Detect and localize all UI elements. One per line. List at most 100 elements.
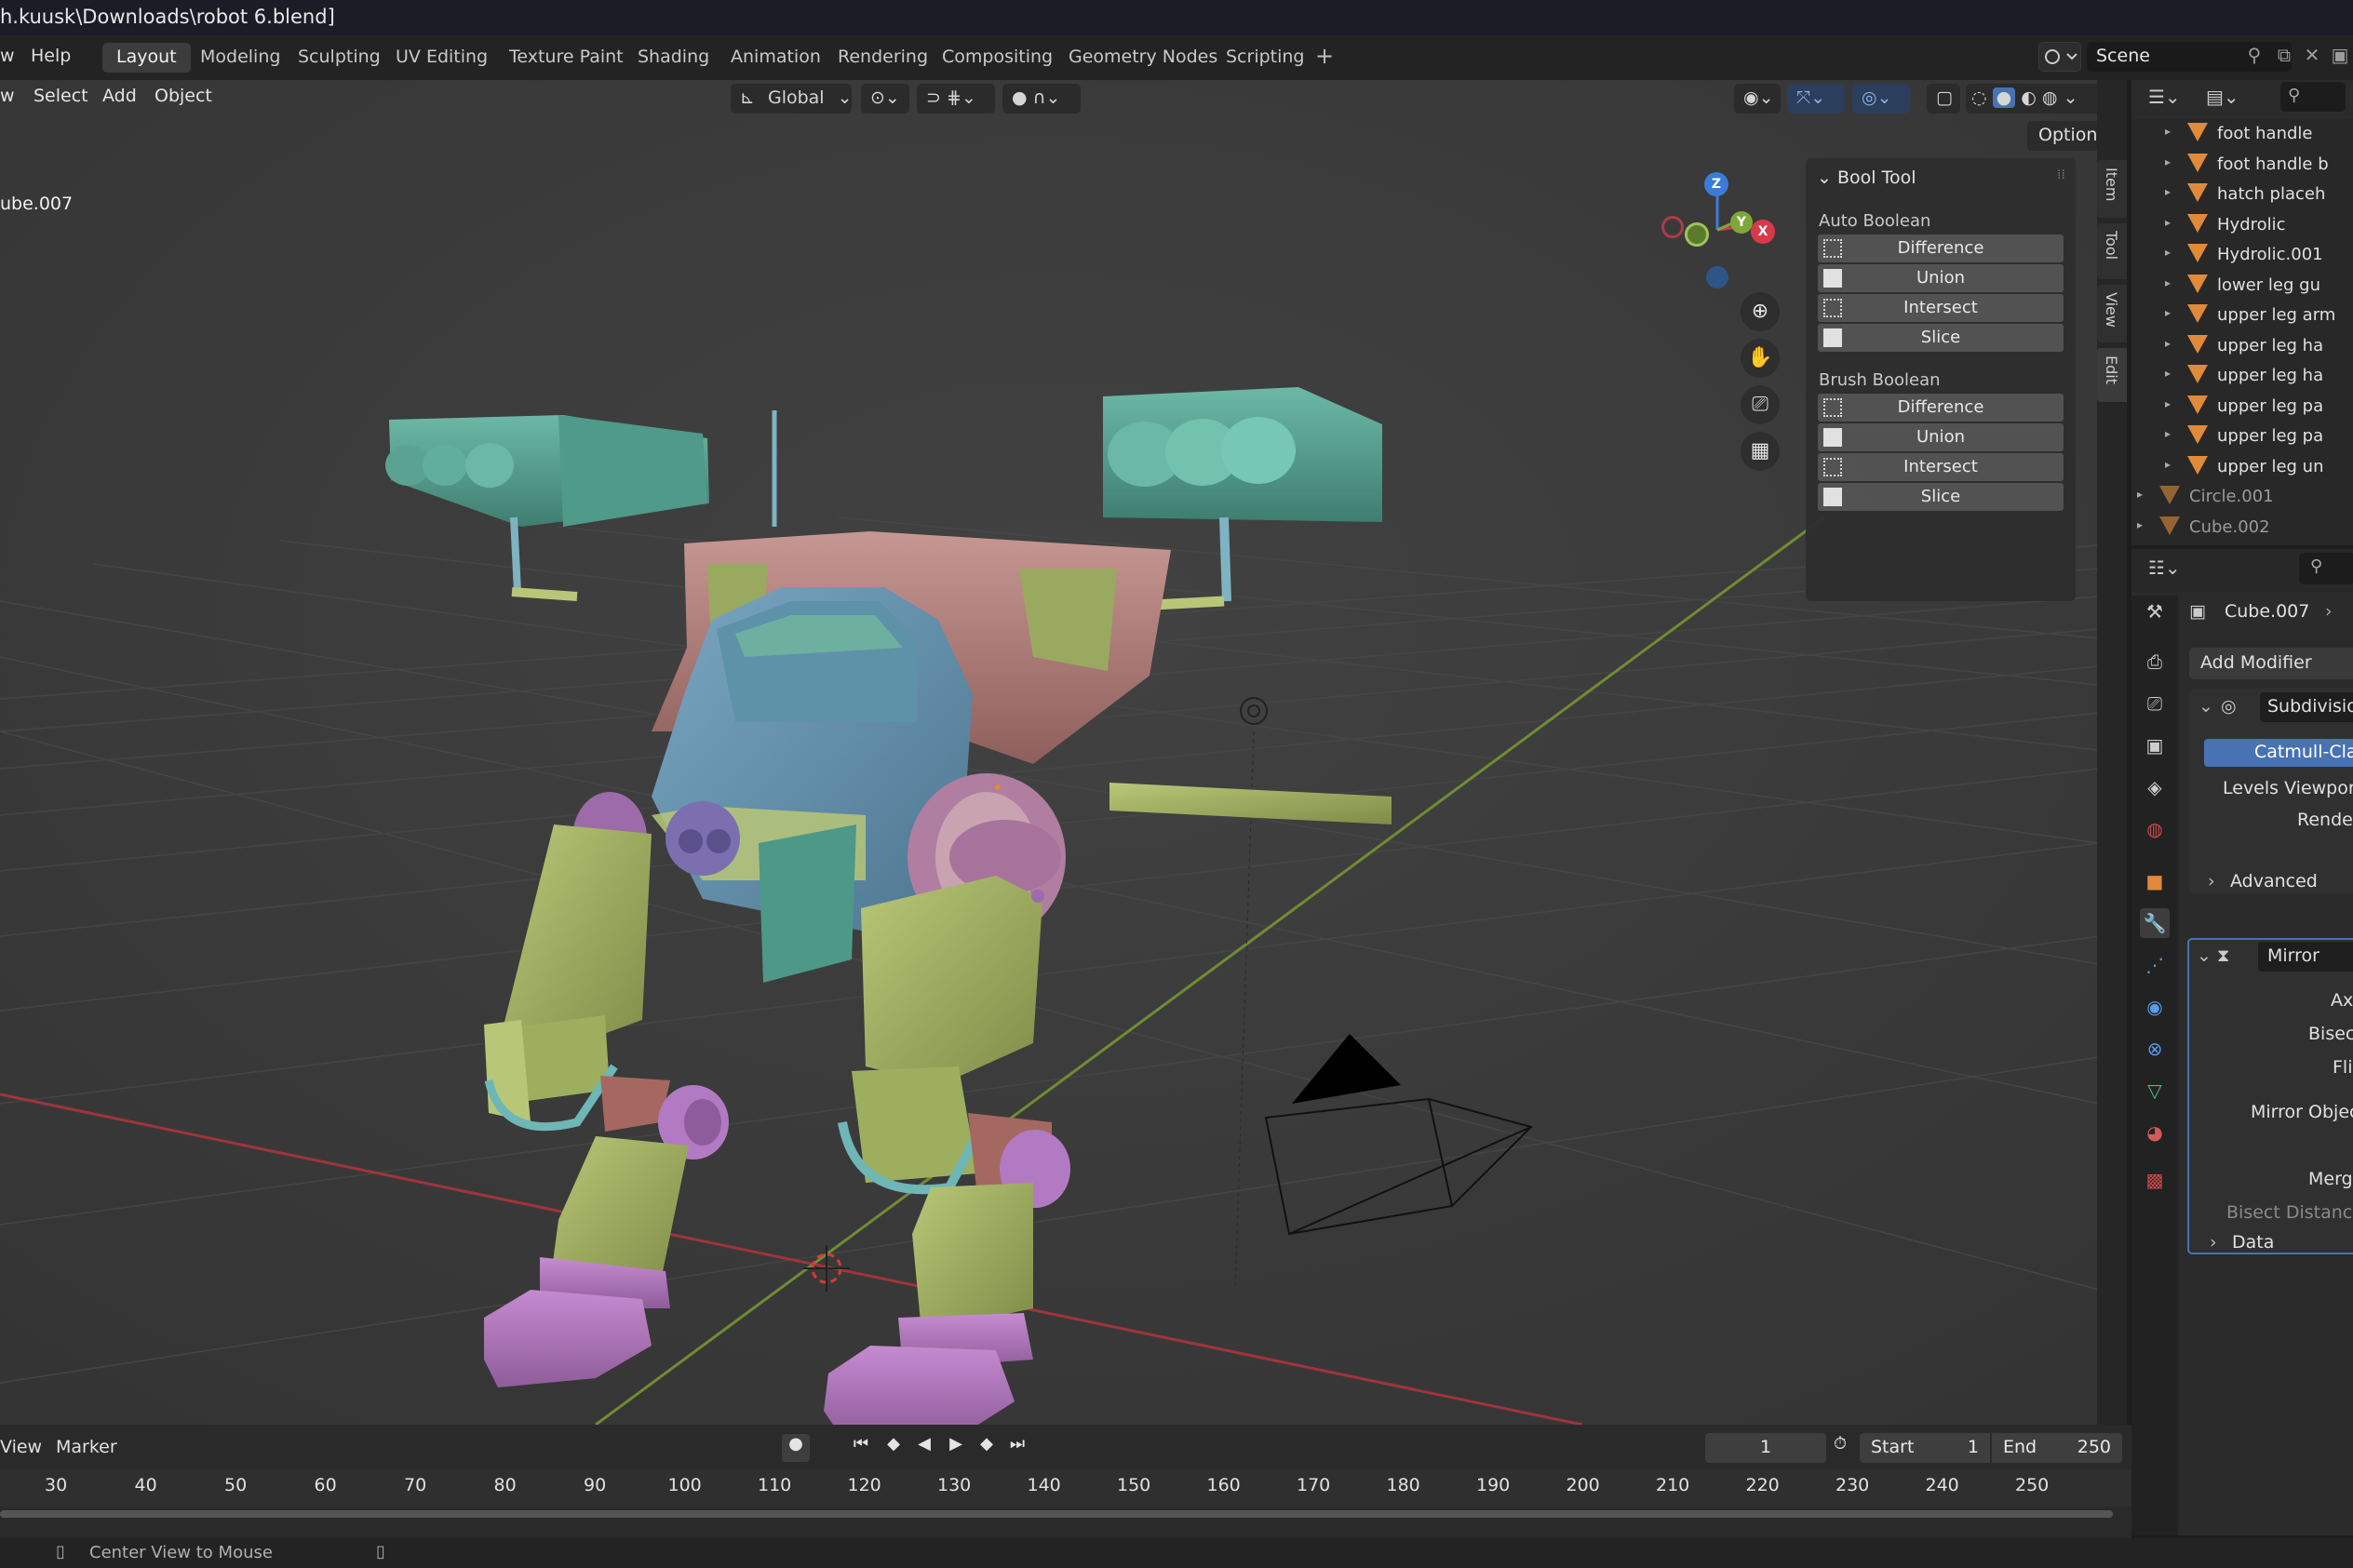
advanced-section[interactable]: Advanced: [2230, 871, 2318, 891]
material-tab-icon[interactable]: ◕: [2140, 1118, 2170, 1147]
jump-start-icon[interactable]: ⏮: [847, 1434, 875, 1462]
brush-difference-button[interactable]: Difference: [1818, 394, 2064, 422]
rendered-shading-icon[interactable]: ◍: [2042, 87, 2058, 108]
tab-sculpting[interactable]: Sculpting: [284, 43, 395, 73]
particles-tab-icon[interactable]: ⋰: [2140, 950, 2170, 980]
outliner-item[interactable]: ▸ foot handle: [2131, 119, 2353, 149]
search-icon[interactable]: ⚲: [2299, 553, 2353, 584]
search-icon[interactable]: ⚲: [2280, 82, 2346, 112]
brush-union-button[interactable]: Union: [1818, 423, 2064, 451]
expand-arrow-icon[interactable]: ▸: [2165, 306, 2171, 319]
chevron-right-icon[interactable]: ›: [2210, 1232, 2217, 1253]
expand-arrow-icon[interactable]: ▸: [2165, 427, 2171, 440]
tab-animation[interactable]: Animation: [717, 43, 835, 73]
clock-icon[interactable]: ⏱: [1826, 1434, 1854, 1462]
camera-view-icon[interactable]: ⎚: [1741, 385, 1780, 424]
material-shading-icon[interactable]: ◐: [2021, 87, 2037, 108]
drag-handle-icon[interactable]: ⁞⁞: [2057, 168, 2065, 182]
wireframe-shading-icon[interactable]: ◌: [1971, 87, 1987, 108]
object-tab-icon[interactable]: ■: [2140, 866, 2170, 896]
snap-controls[interactable]: ⊃ ⋕⌄: [917, 84, 995, 114]
tab-shading[interactable]: Shading: [624, 43, 723, 73]
expand-arrow-icon[interactable]: ▸: [2165, 125, 2171, 138]
auto-union-button[interactable]: Union: [1818, 264, 2064, 292]
bool-tool-header[interactable]: ⌄ Bool Tool: [1817, 168, 1916, 188]
tab-scripting[interactable]: Scripting: [1212, 43, 1319, 73]
menu-window[interactable]: w: [0, 46, 15, 66]
brush-intersect-button[interactable]: Intersect: [1818, 453, 2064, 481]
expand-arrow-icon[interactable]: ▸: [2165, 397, 2171, 410]
start-frame-field[interactable]: Start 1: [1860, 1433, 1990, 1463]
outliner-item[interactable]: ▸ Hydrolic: [2131, 210, 2353, 240]
filter-icon[interactable]: ▤⌄: [2206, 86, 2239, 108]
expand-arrow-icon[interactable]: ▸: [2165, 458, 2171, 471]
close-scene-icon[interactable]: ✕: [2299, 44, 2325, 70]
gizmo-neg-x[interactable]: [1661, 216, 1684, 238]
gizmo-x-axis[interactable]: X: [1751, 220, 1775, 244]
outliner-item[interactable]: ▸ lower leg gu: [2131, 271, 2353, 301]
physics-tab-icon[interactable]: ◉: [2140, 992, 2170, 1022]
tool-tab-icon[interactable]: ⚒: [2140, 596, 2170, 626]
play-reverse-icon[interactable]: ◀: [910, 1434, 938, 1462]
expand-arrow-icon[interactable]: ▸: [2137, 518, 2143, 531]
view-layer-tab-icon[interactable]: ▣: [2140, 730, 2170, 760]
output-tab-icon[interactable]: ⎚: [2140, 689, 2170, 718]
outliner-item[interactable]: ▸ upper leg pa: [2131, 392, 2353, 422]
viewport-menu-add[interactable]: Add: [102, 86, 137, 106]
display-mode-icon[interactable]: ☰⌄: [2148, 86, 2181, 108]
data-tab-icon[interactable]: ▽: [2140, 1076, 2170, 1106]
tab-compositing[interactable]: Compositing: [928, 43, 1067, 73]
transform-orientation-dropdown[interactable]: ⊾ Global ⌄: [731, 84, 853, 114]
overlays-toggle[interactable]: ◎⌄: [1852, 84, 1910, 114]
gizmo-toggle[interactable]: ⤧⌄: [1787, 84, 1845, 114]
tab-rendering[interactable]: Rendering: [824, 43, 942, 73]
editor-type-icon[interactable]: ☷⌄: [2148, 556, 2181, 579]
chevron-right-icon[interactable]: ›: [2325, 601, 2333, 622]
expand-arrow-icon[interactable]: ▸: [2137, 488, 2143, 501]
next-keyframe-icon[interactable]: ◆: [973, 1434, 1001, 1462]
catmull-clark-button[interactable]: Catmull-Clark: [2204, 739, 2353, 767]
chevron-down-icon[interactable]: ⌄: [2198, 696, 2213, 717]
zoom-icon[interactable]: ⊕: [1741, 292, 1780, 331]
viewport-menu-select[interactable]: Select: [34, 86, 88, 106]
timeline-scrollbar[interactable]: [0, 1510, 2113, 1518]
outliner-item[interactable]: ▸ foot handle b: [2131, 150, 2353, 180]
expand-arrow-icon[interactable]: ▸: [2165, 367, 2171, 380]
visibility-dropdown[interactable]: ◉⌄: [1734, 84, 1781, 114]
outliner-item[interactable]: ▸ upper leg arm: [2131, 301, 2353, 330]
expand-arrow-icon[interactable]: ▸: [2165, 185, 2171, 198]
play-icon[interactable]: ▶: [942, 1434, 970, 1462]
xray-toggle[interactable]: ▢: [1927, 84, 1960, 114]
tab-uv-editing[interactable]: UV Editing: [382, 43, 502, 73]
timeline-menu-marker[interactable]: Marker: [56, 1437, 117, 1457]
3d-viewport[interactable]: w Select Add Object ⊾ Global ⌄ ⊙⌄ ⊃ ⋕⌄ ●…: [0, 80, 2099, 1425]
new-scene-icon[interactable]: ⧉: [2271, 44, 2297, 70]
viewport-menu-view[interactable]: w: [0, 86, 15, 106]
gizmo-y-axis[interactable]: Y: [1730, 211, 1753, 234]
tab-tool[interactable]: Tool: [2097, 223, 2127, 279]
tab-geometry-nodes[interactable]: Geometry Nodes: [1055, 43, 1231, 73]
tab-modeling[interactable]: Modeling: [186, 43, 294, 73]
expand-arrow-icon[interactable]: ▸: [2165, 276, 2171, 289]
auto-slice-button[interactable]: Slice: [1818, 324, 2064, 352]
texture-tab-icon[interactable]: ▩: [2140, 1165, 2170, 1195]
viewport-menu-object[interactable]: Object: [155, 86, 212, 106]
gizmo-z-axis[interactable]: Z: [1704, 172, 1728, 196]
outliner-item[interactable]: ▸ upper leg pa: [2131, 422, 2353, 451]
pin-icon[interactable]: ⚲: [2241, 44, 2267, 70]
tab-view[interactable]: View: [2097, 285, 2127, 342]
jump-end-icon[interactable]: ⏭: [1003, 1434, 1031, 1462]
tab-texture-paint[interactable]: Texture Paint: [495, 43, 638, 73]
outliner-item[interactable]: ▸ upper leg ha: [2131, 331, 2353, 361]
record-icon[interactable]: ●: [782, 1434, 810, 1462]
expand-arrow-icon[interactable]: ▸: [2165, 216, 2171, 229]
view-layer-icon[interactable]: ▣: [2327, 44, 2353, 70]
mirror-name-field[interactable]: Mirror: [2258, 942, 2353, 972]
expand-arrow-icon[interactable]: ▸: [2165, 246, 2171, 259]
tab-item[interactable]: Item: [2097, 160, 2127, 218]
solid-shading-icon[interactable]: ●: [1992, 87, 2016, 108]
expand-arrow-icon[interactable]: ▸: [2165, 337, 2171, 350]
pan-hand-icon[interactable]: ✋: [1741, 339, 1780, 378]
pivot-point-dropdown[interactable]: ⊙⌄: [861, 84, 909, 114]
constraints-tab-icon[interactable]: ⊗: [2140, 1034, 2170, 1064]
